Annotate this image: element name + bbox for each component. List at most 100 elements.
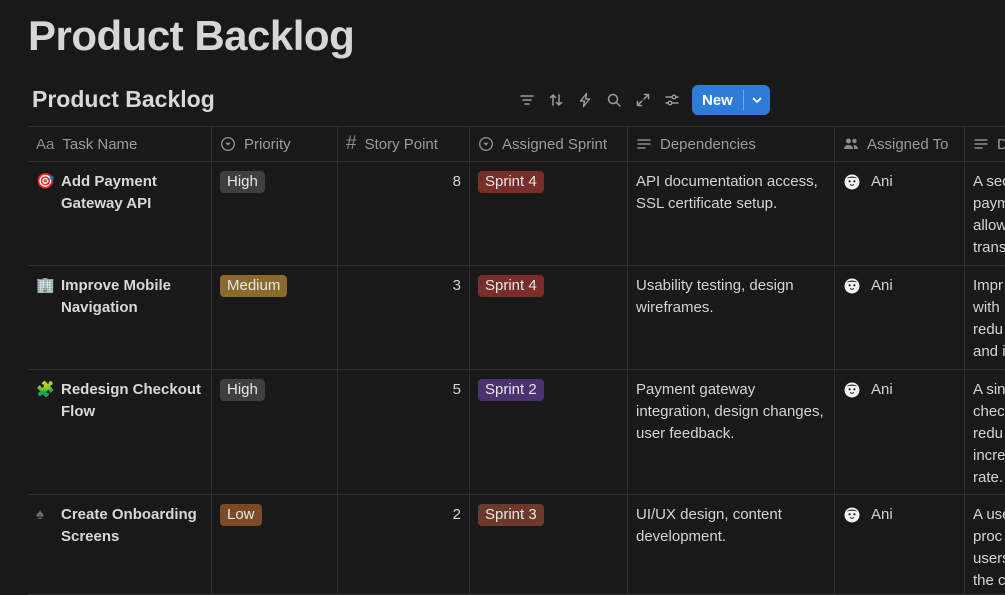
text-lines-icon [973, 136, 989, 152]
search-icon[interactable] [599, 85, 628, 115]
assigned-to-cell[interactable]: Ani [835, 370, 965, 494]
story-point-cell[interactable]: 3 [338, 266, 470, 369]
description-line: users [973, 550, 1005, 567]
column-label: Assigned To [867, 135, 949, 153]
avatar [843, 173, 861, 191]
story-point-cell[interactable]: 8 [338, 162, 470, 265]
filter-icon[interactable] [512, 85, 541, 115]
sprint-badge: Sprint 3 [478, 504, 544, 526]
column-label: Assigned Sprint [502, 135, 608, 153]
sprint-badge: Sprint 4 [478, 171, 544, 193]
dependencies-cell[interactable]: Usability testing, design wireframes. [628, 266, 835, 369]
automation-icon[interactable] [570, 85, 599, 115]
assigned-to-cell[interactable]: Ani [835, 162, 965, 265]
description-line: allow [973, 217, 1005, 234]
sprint-badge: Sprint 2 [478, 379, 544, 401]
description-line: Impr [973, 277, 1003, 294]
description-line: redu [973, 321, 1004, 338]
table-row[interactable]: 🧩 Redesign Checkout Flow High 5 Sprint 2… [28, 370, 1005, 495]
column-label: Task Name [62, 135, 138, 153]
description-cell[interactable]: A sec paym allow trans [965, 162, 1005, 265]
new-button-group: New [692, 85, 770, 115]
sprint-cell[interactable]: Sprint 2 [470, 370, 628, 494]
description-cell[interactable]: A use proc users the c [965, 495, 1005, 594]
sprint-cell[interactable]: Sprint 3 [470, 495, 628, 594]
assignee-name: Ani [871, 506, 893, 523]
building-icon: 🏢 [36, 277, 55, 294]
new-dropdown-button[interactable] [744, 85, 770, 115]
text-lines-icon [636, 136, 652, 152]
dependencies-cell[interactable]: Payment gateway integration, design chan… [628, 370, 835, 494]
task-name-cell[interactable]: ♠ Create Onboarding Screens [28, 495, 212, 594]
task-name[interactable]: Add Payment Gateway API [61, 171, 203, 215]
priority-badge: High [220, 379, 265, 401]
column-header-assigned-sprint[interactable]: Assigned Sprint [470, 127, 628, 161]
description-line: A sec [973, 173, 1005, 190]
priority-cell[interactable]: High [212, 162, 338, 265]
column-header-story-point[interactable]: # Story Point [338, 127, 470, 161]
description-cell[interactable]: Impr with redu and i [965, 266, 1005, 369]
priority-cell[interactable]: High [212, 370, 338, 494]
priority-badge: High [220, 171, 265, 193]
sprint-cell[interactable]: Sprint 4 [470, 266, 628, 369]
priority-badge: Medium [220, 275, 288, 297]
column-header-task-name[interactable]: Aa Task Name [28, 127, 212, 161]
page-title: Product Backlog [28, 12, 355, 59]
description-cell[interactable]: A sin chec redu incre rate. [965, 370, 1005, 494]
task-name-cell[interactable]: 🎯 Add Payment Gateway API [28, 162, 212, 265]
table-row[interactable]: 🏢 Improve Mobile Navigation Medium 3 Spr… [28, 266, 1005, 370]
story-point-cell[interactable]: 5 [338, 370, 470, 494]
avatar [843, 381, 861, 399]
description-line: and i [973, 343, 1005, 360]
backlog-table: Aa Task Name Priority # Story Point Assi… [28, 126, 1005, 595]
table-header: Aa Task Name Priority # Story Point Assi… [28, 126, 1005, 162]
database-title[interactable]: Product Backlog [32, 86, 215, 113]
dependencies-cell[interactable]: API documentation access, SSL certificat… [628, 162, 835, 265]
column-header-assigned-to[interactable]: Assigned To [835, 127, 965, 161]
task-name[interactable]: Improve Mobile Navigation [61, 275, 203, 319]
avatar [843, 277, 861, 295]
new-button[interactable]: New [692, 85, 743, 115]
description-line: A sin [973, 381, 1005, 398]
description-line: redu [973, 425, 1004, 442]
sort-icon[interactable] [541, 85, 570, 115]
assigned-to-cell[interactable]: Ani [835, 266, 965, 369]
sprint-cell[interactable]: Sprint 4 [470, 162, 628, 265]
task-name-cell[interactable]: 🏢 Improve Mobile Navigation [28, 266, 212, 369]
chevron-down-icon [752, 97, 762, 103]
dependencies-cell[interactable]: UI/UX design, content development. [628, 495, 835, 594]
column-label: Story Point [364, 135, 438, 153]
people-icon [843, 136, 859, 152]
puzzle-icon: 🧩 [36, 381, 55, 398]
column-header-description[interactable]: D [965, 127, 1005, 161]
description-line: the c [973, 572, 1005, 589]
column-label: Dependencies [660, 135, 756, 153]
column-header-dependencies[interactable]: Dependencies [628, 127, 835, 161]
priority-cell[interactable]: Low [212, 495, 338, 594]
description-line: proc [973, 528, 1003, 545]
table-row[interactable]: ♠ Create Onboarding Screens Low 2 Sprint… [28, 495, 1005, 595]
task-name[interactable]: Redesign Checkout Flow [61, 379, 203, 423]
settings-icon[interactable] [657, 85, 686, 115]
priority-cell[interactable]: Medium [212, 266, 338, 369]
description-line: rate. [973, 469, 1004, 486]
table-row[interactable]: 🎯 Add Payment Gateway API High 8 Sprint … [28, 162, 1005, 266]
description-line: with [973, 299, 1000, 316]
assignee-name: Ani [871, 277, 893, 294]
select-icon [478, 136, 494, 152]
column-header-priority[interactable]: Priority [212, 127, 338, 161]
avatar [843, 506, 861, 524]
target-icon: 🎯 [36, 173, 55, 190]
column-label: D [997, 135, 1005, 153]
description-line: incre [973, 447, 1005, 464]
task-name-cell[interactable]: 🧩 Redesign Checkout Flow [28, 370, 212, 494]
assigned-to-cell[interactable]: Ani [835, 495, 965, 594]
database-toolbar: New [512, 85, 770, 115]
description-line: trans [973, 239, 1005, 256]
select-icon [220, 136, 236, 152]
description-line: chec [973, 403, 1005, 420]
expand-icon[interactable] [628, 85, 657, 115]
column-label: Priority [244, 135, 291, 153]
task-name[interactable]: Create Onboarding Screens [61, 504, 203, 548]
story-point-cell[interactable]: 2 [338, 495, 470, 594]
